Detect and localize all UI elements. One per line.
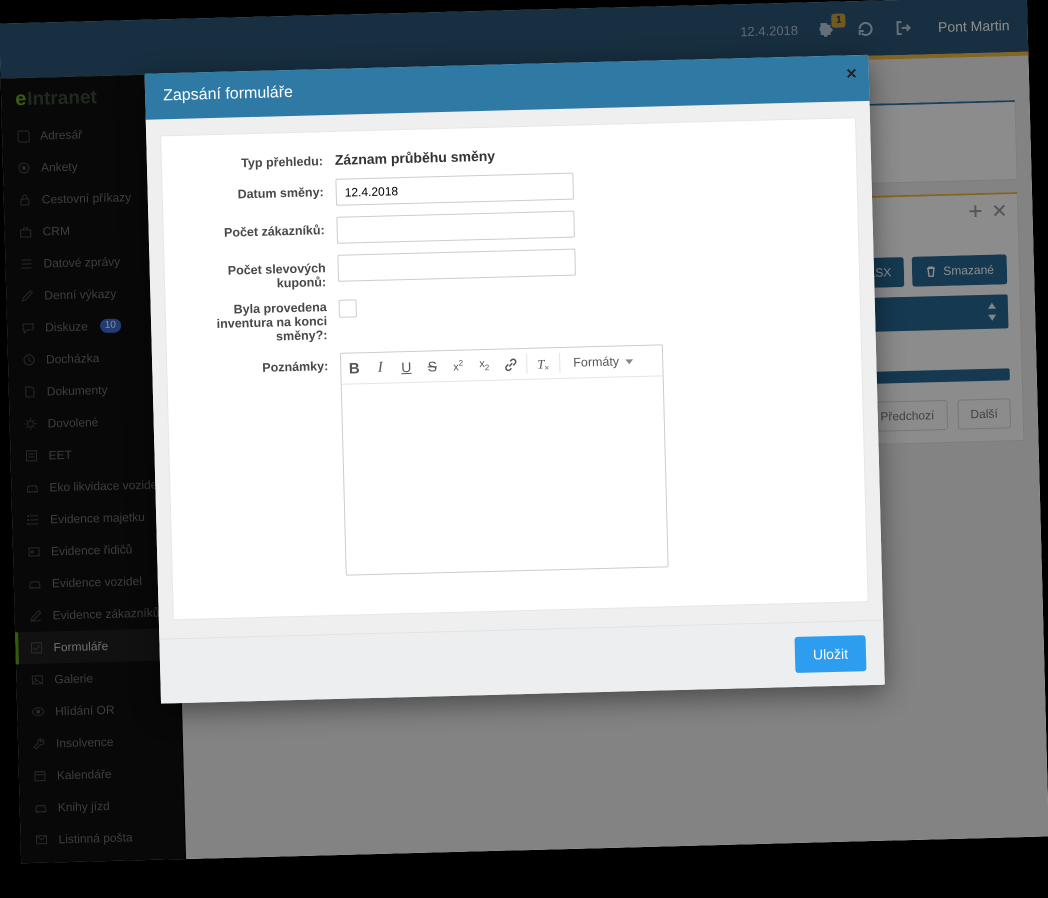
label-inventory: Byla provedena inventura na konci směny?… xyxy=(184,300,340,346)
superscript-icon[interactable]: x2 xyxy=(445,350,472,381)
form-card: Typ přehledu: Záznam průběhu směny Datum… xyxy=(160,117,868,620)
date-input[interactable] xyxy=(335,173,574,206)
underline-icon[interactable]: U xyxy=(393,352,420,383)
value-type: Záznam průběhu směny xyxy=(335,144,496,168)
rich-text-editor: B I U S x2 x2 T× xyxy=(340,344,669,575)
label-customers: Počet zákazníků: xyxy=(181,217,336,241)
strike-icon[interactable]: S xyxy=(419,351,446,382)
label-date: Datum směny: xyxy=(180,179,335,203)
save-button[interactable]: Uložit xyxy=(794,635,866,673)
modal-title: Zapsání formuláře xyxy=(163,84,293,104)
clear-format-icon[interactable]: T× xyxy=(530,348,557,379)
label-coupons: Počet slevových kuponů: xyxy=(182,255,338,293)
label-type: Typ přehledu: xyxy=(180,148,335,172)
modal-body: Typ přehledu: Záznam průběhu směny Datum… xyxy=(146,101,883,639)
coupons-input[interactable] xyxy=(337,249,576,282)
subscript-icon[interactable]: x2 xyxy=(471,350,498,381)
formats-dropdown[interactable]: Formáty xyxy=(563,354,643,370)
label-notes: Poznámky: xyxy=(185,353,340,377)
svg-text:×: × xyxy=(544,363,549,372)
customers-input[interactable] xyxy=(336,211,575,244)
inventory-checkbox[interactable] xyxy=(339,299,357,317)
italic-icon[interactable]: I xyxy=(367,352,394,383)
link-icon[interactable] xyxy=(497,349,524,380)
modal-close-icon[interactable]: × xyxy=(846,63,857,84)
rte-textarea[interactable] xyxy=(342,376,668,574)
app-window: 12.4.2018 1 Pont Martin e Intranet Adres… xyxy=(0,0,1048,863)
modal-dialog: Zapsání formuláře × Typ přehledu: Záznam… xyxy=(145,55,885,704)
bold-icon[interactable]: B xyxy=(341,353,368,384)
